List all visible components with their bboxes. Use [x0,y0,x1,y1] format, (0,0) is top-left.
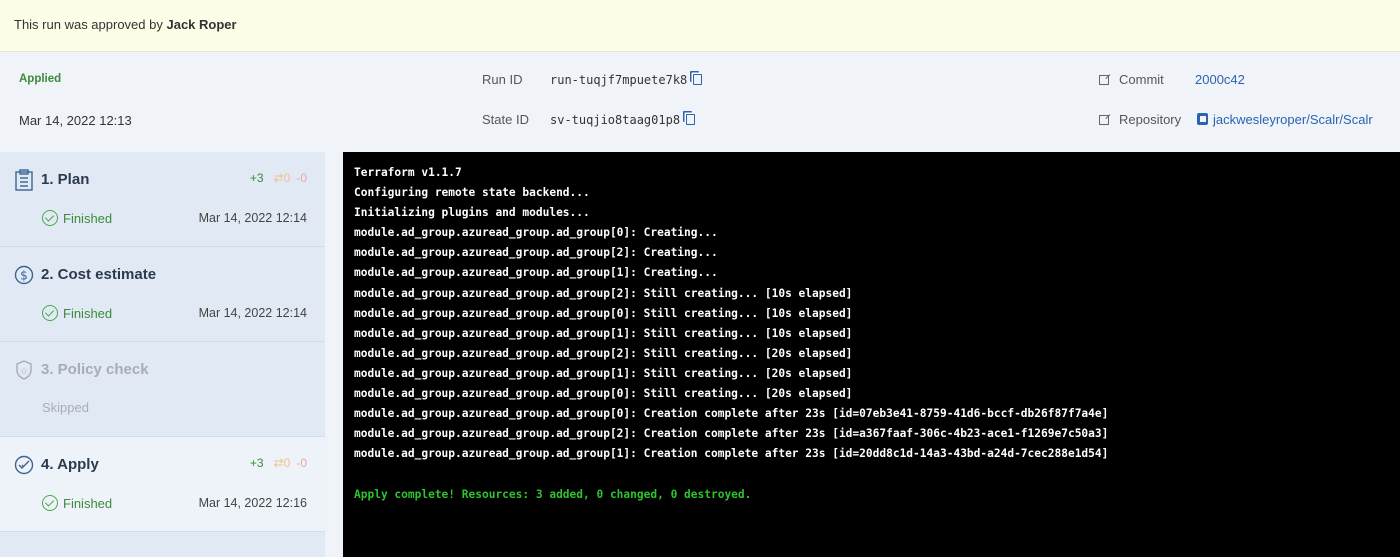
destroyed-count: -0 [296,456,307,470]
step-status: Skipped [42,400,89,415]
log-line: module.ad_group.azuread_group.ad_group[2… [354,246,718,260]
check-circle-icon [42,305,58,321]
approver-name: Jack Roper [166,17,237,32]
changed-count: ⇄0 [273,171,291,185]
step-policy-check[interactable]: ☆ 3. Policy check Skipped [0,342,325,437]
step-title: 1. Plan [41,171,90,188]
status-label: Finished [63,495,113,511]
destroyed-count: -0 [296,171,307,185]
log-line: module.ad_group.azuread_group.ad_group[1… [354,366,853,380]
apply-summary: Apply complete! Resources: 3 added, 0 ch… [354,487,752,501]
step-status: Finished [42,305,112,321]
check-circle-icon [42,495,58,511]
status-label: Skipped [42,400,89,415]
log-line: module.ad_group.azuread_group.ad_group[2… [354,346,853,360]
step-plan[interactable]: 1. Plan +3 ⇄0 -0 Finished Mar 14, 2022 12:… [0,152,325,247]
log-line: module.ad_group.azuread_group.ad_group[0… [354,306,853,320]
clipboard-icon [15,169,33,191]
step-status: Finished [42,210,112,226]
log-line: module.ad_group.azuread_group.ad_group[2… [354,286,853,300]
step-cost-estimate[interactable]: $ 2. Cost estimate Finished Mar 14, 2022… [0,247,325,342]
azure-devops-icon [1197,113,1208,125]
step-title: 3. Policy check [41,361,149,378]
repository-label: Repository [1119,112,1182,127]
log-line: module.ad_group.azuread_group.ad_group[1… [354,326,853,340]
log-line: module.ad_group.azuread_group.ad_group[0… [354,226,718,240]
step-time: Mar 14, 2022 12:14 [198,211,307,225]
repository-name: jackwesleyroper/Scalr/Scalr [1213,112,1373,127]
step-apply[interactable]: 4. Apply +3 ⇄0 -0 Finished Mar 14, 2022 12… [0,437,325,532]
resource-counts: +3 ⇄0 -0 [250,171,307,185]
double-check-circle-icon [14,455,34,475]
shield-star-icon: ☆ [16,360,32,380]
step-title: 2. Cost estimate [41,266,157,283]
step-time: Mar 14, 2022 12:14 [198,306,307,320]
svg-text:$: $ [20,269,28,283]
log-line: module.ad_group.azuread_group.ad_group[2… [354,427,1109,441]
status-label: Finished [63,305,113,321]
run-steps-sidebar: 1. Plan +3 ⇄0 -0 Finished Mar 14, 2022 12:… [0,152,325,557]
commit-link[interactable]: 2000c42 [1195,72,1245,87]
run-id: run-tuqjf7mpuete7k8 [550,73,688,87]
status-label: Finished [63,210,113,226]
dollar-circle-icon: $ [14,265,34,285]
svg-text:☆: ☆ [20,367,28,377]
copy-icon[interactable] [693,74,703,85]
external-link-icon [1099,115,1109,125]
check-circle-icon [42,210,58,226]
external-link-icon [1099,75,1109,85]
changed-count: ⇄0 [273,456,291,470]
run-status: Applied [19,73,62,85]
approval-text: This run was approved by [14,17,163,32]
step-time: Mar 14, 2022 12:16 [198,496,307,510]
state-id: sv-tuqjio8taag01p8 [550,113,681,127]
step-title: 4. Apply [41,456,99,473]
resource-counts: +3 ⇄0 -0 [250,456,307,470]
state-id-label: State ID [482,112,529,127]
log-line: module.ad_group.azuread_group.ad_group[1… [354,266,718,280]
log-line: Configuring remote state backend... [354,186,590,200]
added-count: +3 [249,171,264,185]
copy-icon[interactable] [686,114,696,125]
run-id-label: Run ID [482,72,523,87]
log-line: Initializing plugins and modules... [354,206,590,220]
log-line: module.ad_group.azuread_group.ad_group[0… [354,387,853,401]
step-status: Finished [42,495,112,511]
log-line: module.ad_group.azuread_group.ad_group[0… [354,407,1109,421]
approval-banner: This run was approved by Jack Roper [0,0,1400,52]
added-count: +3 [249,456,264,470]
commit-label: Commit [1119,72,1164,87]
repository-link[interactable]: jackwesleyroper/Scalr/Scalr [1197,112,1373,127]
log-line: Terraform v1.1.7 [354,166,462,179]
log-line: module.ad_group.azuread_group.ad_group[1… [354,447,1109,461]
terminal-log[interactable]: Terraform v1.1.7 Configuring remote state… [343,152,1400,557]
run-date: Mar 14, 2022 12:13 [19,113,132,128]
